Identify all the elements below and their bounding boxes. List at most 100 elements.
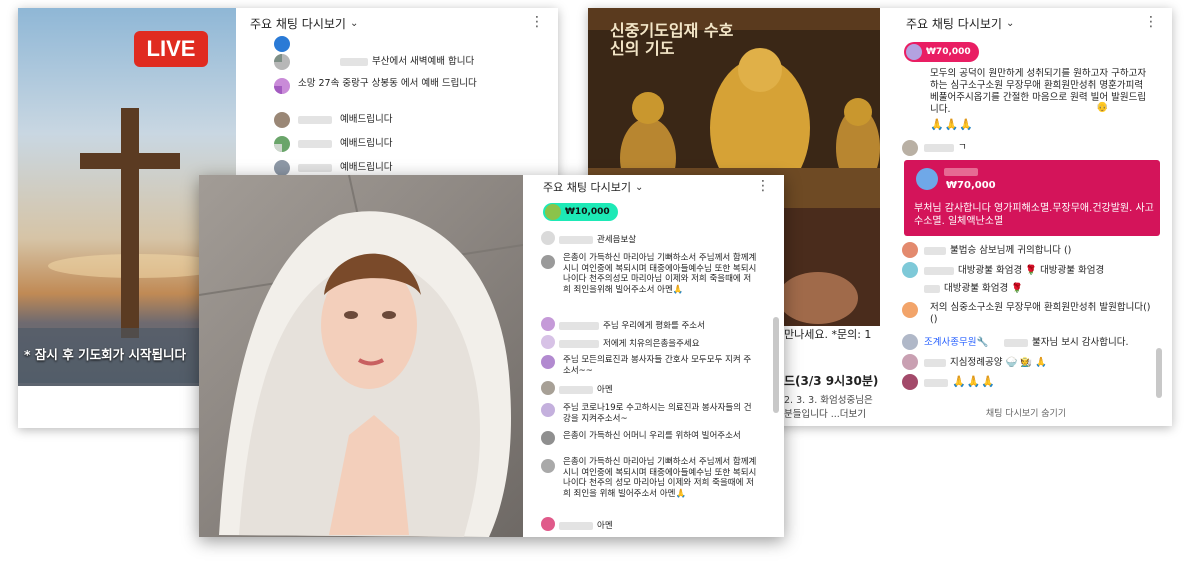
- avatar: [545, 204, 561, 220]
- avatar: [902, 354, 918, 370]
- chat-message: 은총이 가득하신 마리아님 기뻐하소서 주님께서 함께계시니 여인중에 복되시며…: [523, 253, 784, 315]
- username: [1004, 339, 1028, 347]
- chat-message: 예배드립니다: [236, 112, 558, 128]
- message-text: 주님 모든의료진과 봉사자들 간호사 모두모두 지켜 주소서~~: [563, 355, 752, 376]
- video-caption: * 잠시 후 기도회가 시작됩니다: [24, 347, 186, 362]
- message-text: 예배드립니다: [340, 138, 393, 149]
- message-text: 주님 코로나19로 수고하시는 의료진과 봉사자들의 건강을 지켜주소서~: [563, 403, 752, 424]
- avatar: [274, 36, 290, 52]
- avatar: [541, 459, 555, 473]
- avatar: [274, 112, 290, 128]
- chat-message: 주님 모든의료진과 봉사자들 간호사 모두모두 지켜 주소서~~: [523, 355, 784, 379]
- more-options-icon[interactable]: ⋮: [530, 15, 544, 29]
- chat-message: 대방광불 화엄경 🌹 대방광불 화엄경: [880, 262, 1172, 278]
- chat-title: 주요 채팅 다시보기: [250, 16, 346, 31]
- chat-message: 저의 심중소구소원 무장무애 환희원만성취 발원합니다()(): [880, 302, 1172, 328]
- more-options-icon[interactable]: ⋮: [1144, 15, 1158, 29]
- chat-message: 불법승 삼보님께 귀의합니다 (): [880, 242, 1172, 258]
- message-text: 은총이 가득하신 마리아님 기뻐하소서 주님께서 함께계시니 여인중에 복되시며…: [563, 457, 757, 499]
- message-text: 지심정례공양 🍚 🧑‍🌾 🙏: [950, 357, 1047, 368]
- message-text: 주님 우리에게 평화를 주소서: [603, 321, 705, 331]
- username: [924, 267, 954, 275]
- avatar: [541, 517, 555, 531]
- pinned-emoji: 👴: [1096, 102, 1109, 113]
- username: [924, 359, 946, 367]
- front-stream-card: 주요 채팅 다시보기 ⌄ ⋮ ₩10,000 관세음보살 은총이 가득하신 마리아…: [199, 175, 784, 537]
- username: [924, 379, 948, 387]
- superchat-amount: ₩70,000: [946, 180, 996, 191]
- avatar: [541, 381, 555, 395]
- username: [924, 144, 954, 152]
- avatar: [541, 231, 555, 245]
- message-text: 부산에서 새벽예배 합니다: [372, 56, 475, 67]
- video-info-line: 2. 3. 3. 화엄성중님은: [784, 395, 873, 406]
- message-text: 예배드립니다: [340, 162, 393, 173]
- avatar: [274, 136, 290, 152]
- superchat[interactable]: ₩70,000 부처님 감사합니다 영가피해소멸.무장무애.건강발원. 사고수소…: [904, 160, 1160, 236]
- username: [559, 236, 593, 244]
- more-options-icon[interactable]: ⋮: [756, 179, 770, 193]
- username: [340, 58, 368, 66]
- superchat-text: 부처님 감사합니다 영가피해소멸.무장무애.건강발원. 사고수소멸. 일체액난소…: [914, 203, 1154, 227]
- live-badge: LIVE: [134, 31, 208, 67]
- avatar: [906, 44, 922, 60]
- chat-message: ㄱ: [880, 140, 1172, 156]
- chat-message: 저에게 치유의은총을주세요: [523, 335, 784, 351]
- chat-message: 관세음보살: [523, 231, 784, 247]
- chat-message: 예배드립니다: [236, 160, 558, 176]
- message-text: 저에게 치유의은총을주세요: [603, 339, 700, 349]
- avatar: [541, 355, 555, 369]
- chat-message: [236, 36, 558, 54]
- chevron-down-icon[interactable]: ⌄: [1006, 18, 1014, 29]
- chat-message: 아멘: [523, 381, 784, 397]
- username: [298, 140, 332, 148]
- message-text: 아멘: [597, 385, 613, 395]
- message-text: 아멘: [597, 521, 613, 531]
- mary-video[interactable]: [199, 175, 523, 537]
- username: [298, 116, 332, 124]
- chat-message: 소망 27속 중랑구 상봉동 에서 예배 드립니다: [236, 78, 558, 104]
- chat-message: 은총이 가득하신 어머니 우리를 위하여 빌어주소서: [523, 431, 784, 455]
- avatar: [902, 302, 918, 318]
- chat-message: 예배드립니다: [236, 136, 558, 152]
- message-text: 관세음보살: [597, 235, 637, 245]
- chat-message: 주님 코로나19로 수고하시는 의료진과 봉사자들의 건강을 지켜주소서~: [523, 403, 784, 427]
- avatar: [902, 140, 918, 156]
- avatar: [541, 335, 555, 349]
- chat-message: 아멘: [523, 517, 784, 533]
- chat-message: 조계사종무원🔧 불자님 보시 감사합니다.: [880, 334, 1172, 350]
- message-text: ㄱ: [958, 142, 967, 153]
- chat-message: 은총이 가득하신 마리아님 기뻐하소서 주님께서 함께계시니 여인중에 복되시며…: [523, 457, 784, 517]
- video-info-title: 드(3/3 9시30분): [784, 374, 879, 388]
- more-link[interactable]: 분들입니다 ...더보기: [784, 406, 866, 420]
- scrollbar[interactable]: [773, 317, 779, 413]
- chat-header[interactable]: 주요 채팅 다시보기 ⌄: [236, 8, 558, 38]
- avatar: [541, 317, 555, 331]
- avatar: [902, 374, 918, 390]
- chat-header[interactable]: 주요 채팅 다시보기 ⌄: [523, 175, 784, 199]
- video-title: 신중기도입재 수호신의 기도: [610, 21, 734, 58]
- chat-message: 대방광불 화엄경 🌹: [880, 282, 1172, 296]
- pinned-message: 모두의 공덕이 원만하게 성취되기를 원하고자 구하고자 하는 심구소구소원 무…: [930, 68, 1147, 114]
- avatar: [541, 403, 555, 417]
- donation-chip[interactable]: ₩70,000: [904, 42, 979, 62]
- chat-header[interactable]: 주요 채팅 다시보기 ⌄: [880, 8, 1172, 38]
- avatar: [541, 431, 555, 445]
- front-chat-panel: 주요 채팅 다시보기 ⌄ ⋮ ₩10,000 관세음보살 은총이 가득하신 마리아…: [523, 175, 784, 537]
- scrollbar[interactable]: [1156, 348, 1162, 398]
- message-text: 은총이 가득하신 어머니 우리를 위하여 빌어주소서: [563, 431, 741, 441]
- chat-title: 주요 채팅 다시보기: [543, 181, 631, 194]
- message-text: 불법승 삼보님께 귀의합니다 (): [950, 245, 1072, 256]
- moderator-name: 조계사종무원🔧: [924, 337, 989, 348]
- right-chat-panel: 주요 채팅 다시보기 ⌄ ⋮ ₩70,000 모두의 공덕이 원만하게 성취되기를…: [880, 8, 1172, 426]
- username: [924, 285, 940, 293]
- username: [559, 386, 593, 394]
- mary-statue: [199, 175, 523, 537]
- chevron-down-icon[interactable]: ⌄: [350, 18, 358, 29]
- avatar: [902, 334, 918, 350]
- hide-replay-button[interactable]: 채팅 다시보기 숨기기: [880, 406, 1172, 419]
- chat-message: 🙏🙏🙏: [880, 374, 1172, 390]
- donation-chip[interactable]: ₩10,000: [543, 203, 618, 221]
- chat-message: 부산에서 새벽예배 합니다: [236, 54, 558, 70]
- chevron-down-icon[interactable]: ⌄: [635, 182, 643, 193]
